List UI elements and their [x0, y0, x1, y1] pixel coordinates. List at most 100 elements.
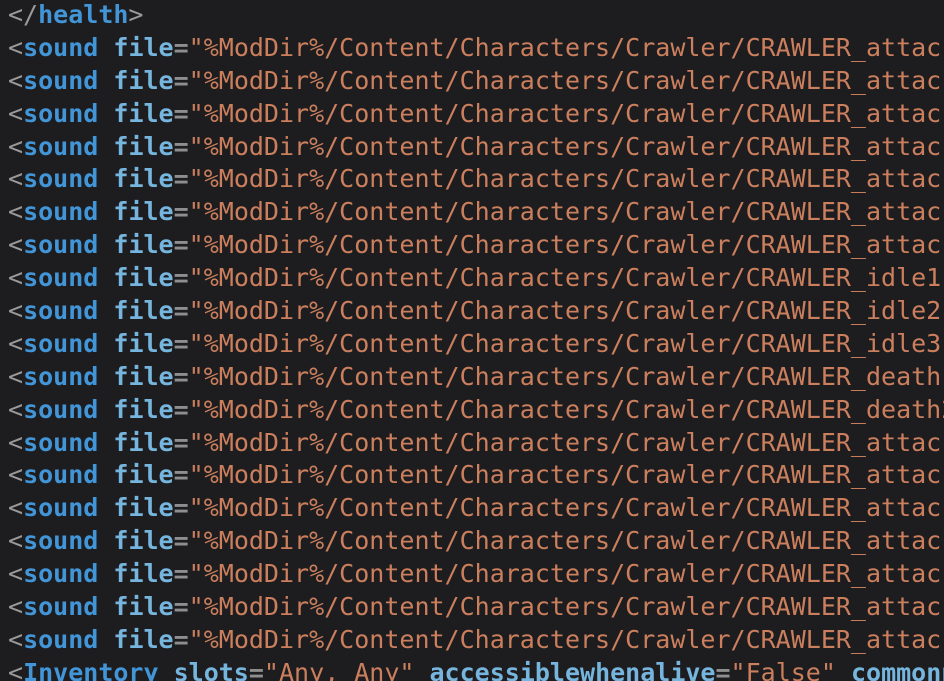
token-punc: < — [8, 559, 24, 589]
token-tag: sound — [23, 460, 99, 490]
token-punc: < — [8, 263, 24, 293]
token-eq: = — [248, 657, 264, 681]
token-attr: file — [113, 98, 174, 128]
token-attr: commonness — [850, 657, 944, 681]
token-tag: sound — [23, 592, 99, 622]
token-punc: < — [8, 65, 24, 95]
token-val: "%ModDir%/Content/Characters/Crawler/CRA… — [188, 164, 944, 194]
token-tag: sound — [23, 328, 99, 358]
code-line[interactable]: <sound file="%ModDir%/Content/Characters… — [8, 98, 944, 131]
token-punc: < — [8, 296, 24, 326]
token-punc — [98, 362, 113, 391]
code-line[interactable]: <sound file="%ModDir%/Content/Characters… — [8, 229, 944, 262]
token-punc: < — [8, 427, 24, 457]
token-tag: sound — [23, 394, 99, 424]
token-val: "%ModDir%/Content/Characters/Crawler/CRA… — [188, 32, 944, 62]
token-val: "%ModDir%/Content/Characters/Crawler/CRA… — [188, 624, 944, 654]
code-line[interactable]: <sound file="%ModDir%/Content/Characters… — [8, 295, 944, 328]
token-punc: < — [8, 460, 24, 490]
token-punc: < — [8, 592, 24, 622]
token-val: "%ModDir%/Content/Characters/Crawler/CRA… — [188, 361, 944, 391]
token-punc: < — [8, 328, 24, 358]
token-punc — [836, 658, 851, 681]
token-punc: < — [8, 361, 24, 391]
token-punc: </ — [8, 0, 39, 29]
token-eq: = — [173, 32, 189, 62]
token-tag: sound — [23, 131, 99, 161]
token-punc — [414, 658, 429, 681]
token-attr: file — [113, 592, 174, 622]
token-attr: file — [113, 296, 174, 326]
token-punc — [98, 625, 113, 654]
code-line[interactable]: <sound file="%ModDir%/Content/Characters… — [8, 459, 944, 492]
token-eq: = — [173, 493, 189, 523]
token-tag: sound — [23, 361, 99, 391]
token-punc — [98, 263, 113, 292]
token-punc — [98, 164, 113, 193]
token-punc: < — [8, 230, 24, 260]
code-line[interactable]: <sound file="%ModDir%/Content/Characters… — [8, 196, 944, 229]
token-punc: > — [128, 0, 144, 29]
token-tag: sound — [23, 493, 99, 523]
token-attr: file — [113, 131, 174, 161]
token-eq: = — [173, 394, 189, 424]
token-eq: = — [173, 328, 189, 358]
token-attr: file — [113, 197, 174, 227]
code-line[interactable]: <sound file="%ModDir%/Content/Characters… — [8, 65, 944, 98]
code-line[interactable]: <sound file="%ModDir%/Content/Characters… — [8, 361, 944, 394]
token-punc — [98, 230, 113, 259]
code-line[interactable]: <sound file="%ModDir%/Content/Characters… — [8, 394, 944, 427]
token-punc — [98, 526, 113, 555]
code-editor-viewport[interactable]: </health> <sound file="%ModDir%/Content/C… — [0, 0, 944, 681]
token-attr: file — [113, 460, 174, 490]
code-line[interactable]: <sound file="%ModDir%/Content/Characters… — [8, 328, 944, 361]
code-line[interactable]: <sound file="%ModDir%/Content/Characters… — [8, 492, 944, 525]
token-punc — [98, 460, 113, 489]
token-punc — [98, 493, 113, 522]
token-val: "%ModDir%/Content/Characters/Crawler/CRA… — [188, 65, 944, 95]
code-line[interactable]: <sound file="%ModDir%/Content/Characters… — [8, 163, 944, 196]
token-punc — [98, 296, 113, 325]
token-punc — [98, 33, 113, 62]
token-val: "%ModDir%/Content/Characters/Crawler/CRA… — [188, 592, 944, 622]
code-line[interactable]: <sound file="%ModDir%/Content/Characters… — [8, 427, 944, 460]
token-attr: file — [113, 361, 174, 391]
token-punc: < — [8, 394, 24, 424]
token-tag: sound — [23, 164, 99, 194]
token-tag: sound — [23, 197, 99, 227]
code-line[interactable]: <sound file="%ModDir%/Content/Characters… — [8, 558, 944, 591]
token-attr: file — [113, 624, 174, 654]
code-line[interactable]: <sound file="%ModDir%/Content/Characters… — [8, 32, 944, 65]
token-punc: < — [8, 624, 24, 654]
code-line[interactable]: </health> — [8, 0, 944, 32]
code-line[interactable]: <sound file="%ModDir%/Content/Characters… — [8, 591, 944, 624]
code-line[interactable]: <sound file="%ModDir%/Content/Characters… — [8, 262, 944, 295]
token-attr: file — [113, 65, 174, 95]
token-attr: file — [113, 263, 174, 293]
code-line[interactable]: <sound file="%ModDir%/Content/Characters… — [8, 624, 944, 657]
token-tag: sound — [23, 296, 99, 326]
token-punc — [98, 66, 113, 95]
token-eq: = — [173, 164, 189, 194]
token-tag: sound — [23, 526, 99, 556]
token-punc — [159, 658, 174, 681]
token-val: "%ModDir%/Content/Characters/Crawler/CRA… — [188, 526, 944, 556]
token-attr: file — [113, 230, 174, 260]
token-val: "%ModDir%/Content/Characters/Crawler/CRA… — [188, 230, 944, 260]
code-line[interactable]: <sound file="%ModDir%/Content/Characters… — [8, 525, 944, 558]
token-punc: < — [8, 197, 24, 227]
token-eq: = — [173, 263, 189, 293]
token-tag: sound — [23, 263, 99, 293]
token-eq: = — [715, 657, 731, 681]
token-eq: = — [173, 592, 189, 622]
token-attr: file — [113, 394, 174, 424]
token-eq: = — [173, 296, 189, 326]
token-val: "%ModDir%/Content/Characters/Crawler/CRA… — [188, 98, 944, 128]
token-tag: sound — [23, 65, 99, 95]
code-line[interactable]: <Inventory slots="Any, Any" accessiblewh… — [8, 657, 944, 681]
code-lines-container[interactable]: </health> <sound file="%ModDir%/Content/C… — [8, 0, 944, 681]
code-line[interactable]: <sound file="%ModDir%/Content/Characters… — [8, 131, 944, 164]
token-eq: = — [173, 65, 189, 95]
token-punc: < — [8, 131, 24, 161]
token-eq: = — [173, 427, 189, 457]
